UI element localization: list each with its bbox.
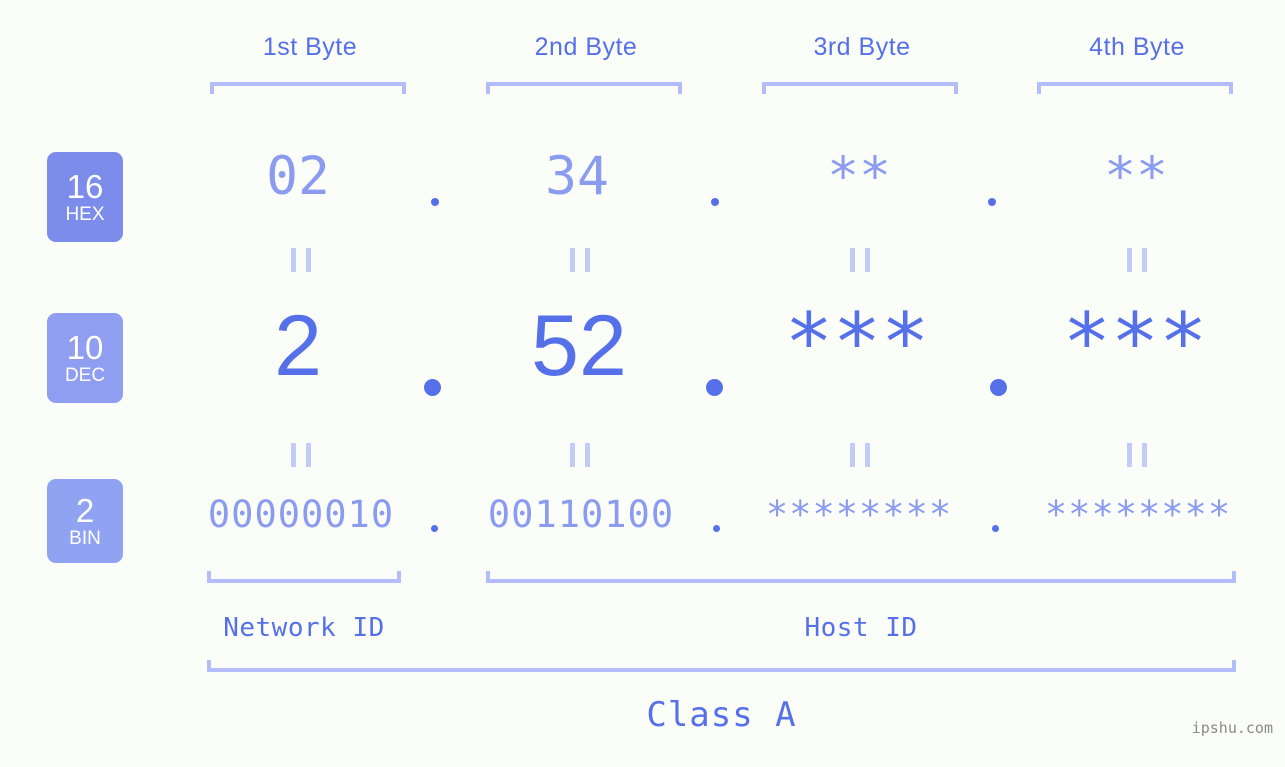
bin-byte-1: 00000010	[207, 493, 395, 536]
byte-header-3: 3rd Byte	[813, 33, 911, 61]
byte-header-1: 1st Byte	[262, 33, 358, 61]
bin-separator-dot-2	[713, 525, 720, 532]
equals-icon-hex-dec-4	[1127, 248, 1147, 272]
watermark: ipshu.com	[1191, 719, 1273, 737]
hex-separator-dot-1	[431, 198, 439, 206]
network-id-bracket	[207, 571, 401, 583]
bin-byte-3: ********	[765, 493, 953, 536]
dec-separator-dot-3	[990, 379, 1007, 396]
equals-icon-hex-dec-2	[570, 248, 590, 272]
base-badge-dec-name: DEC	[64, 365, 106, 386]
byte-bracket-top-2	[486, 82, 682, 94]
network-id-label: Network ID	[223, 613, 385, 643]
base-badge-dec-number: 10	[66, 329, 104, 366]
bin-separator-dot-1	[431, 525, 438, 532]
dec-separator-dot-1	[424, 379, 441, 396]
hex-separator-dot-2	[711, 198, 719, 206]
equals-icon-dec-bin-1	[291, 443, 311, 467]
bin-byte-4: ********	[1044, 493, 1232, 536]
dec-byte-3: ***	[784, 296, 930, 389]
base-badge-bin-name: BIN	[69, 528, 101, 549]
dec-byte-2: 52	[531, 298, 627, 394]
class-bracket	[207, 660, 1236, 672]
byte-header-4: 4th Byte	[1089, 33, 1185, 61]
dec-byte-1: 2	[274, 298, 322, 394]
equals-icon-dec-bin-3	[850, 443, 870, 467]
ip-address-breakdown-diagram: 1st Byte 2nd Byte 3rd Byte 4th Byte 16 H…	[0, 0, 1285, 767]
bin-separator-dot-3	[992, 525, 999, 532]
byte-bracket-top-1	[210, 82, 406, 94]
hex-byte-3: **	[827, 146, 891, 207]
base-badge-bin-number: 2	[75, 492, 95, 529]
byte-header-2: 2nd Byte	[534, 33, 638, 61]
dec-separator-dot-2	[706, 379, 723, 396]
equals-icon-hex-dec-3	[850, 248, 870, 272]
byte-bracket-top-3	[762, 82, 958, 94]
base-badge-bin[interactable]: 2 BIN	[47, 479, 123, 563]
hex-separator-dot-3	[988, 198, 996, 206]
base-badge-hex[interactable]: 16 HEX	[47, 152, 123, 242]
hex-byte-2: 34	[545, 146, 609, 207]
bin-byte-2: 00110100	[487, 493, 675, 536]
equals-icon-hex-dec-1	[291, 248, 311, 272]
dec-byte-4: ***	[1062, 296, 1208, 389]
base-badge-dec[interactable]: 10 DEC	[47, 313, 123, 403]
class-label: Class A	[646, 695, 797, 735]
equals-icon-dec-bin-4	[1127, 443, 1147, 467]
base-badge-hex-name: HEX	[65, 204, 105, 225]
host-id-bracket	[486, 571, 1236, 583]
base-badge-hex-number: 16	[66, 168, 104, 205]
host-id-label: Host ID	[804, 613, 918, 643]
equals-icon-dec-bin-2	[570, 443, 590, 467]
hex-byte-4: **	[1104, 146, 1168, 207]
hex-byte-1: 02	[266, 146, 330, 207]
byte-bracket-top-4	[1037, 82, 1233, 94]
